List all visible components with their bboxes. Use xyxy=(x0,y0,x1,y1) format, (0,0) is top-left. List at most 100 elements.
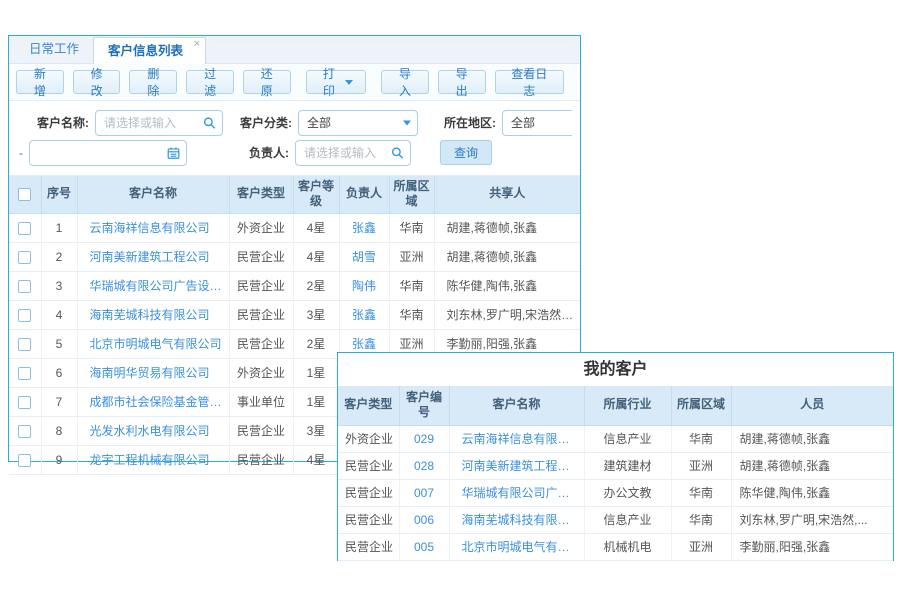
row-checkbox[interactable] xyxy=(18,396,31,409)
customer-name-link[interactable]: 河南美新建筑工程公司 xyxy=(77,242,229,271)
customer-name-link[interactable]: 成都市社会保险基金管理... xyxy=(77,387,229,416)
customer-name-link[interactable]: 华瑞城有限公司广告设计部 xyxy=(449,479,584,506)
row-checkbox[interactable] xyxy=(18,222,31,235)
shared-people: 胡建,蒋德帧,张鑫 xyxy=(434,213,580,242)
region: 华南 xyxy=(671,506,731,533)
row-checkbox[interactable] xyxy=(18,367,31,380)
region: 亚洲 xyxy=(671,533,731,560)
row-checkbox-cell xyxy=(9,445,41,474)
add-button[interactable]: 新增 xyxy=(16,70,64,94)
table-row[interactable]: 民营企业 006 海南芜城科技有限公司 信息产业 华南 刘东林,罗广明,宋浩然,… xyxy=(338,506,893,533)
industry: 信息产业 xyxy=(584,425,671,452)
row-checkbox[interactable] xyxy=(18,425,31,438)
table-row[interactable]: 3 华瑞城有限公司广告设计部 民营企业 2星 陶伟 华南 陈华健,陶伟,张鑫 xyxy=(9,271,580,300)
export-button[interactable]: 导出 xyxy=(438,70,486,94)
view-log-button[interactable]: 查看日志 xyxy=(495,70,564,94)
search-icon[interactable] xyxy=(391,146,404,159)
table-row[interactable]: 4 海南芜城科技有限公司 民营企业 3星 张鑫 华南 刘东林,罗广明,宋浩然,张… xyxy=(9,300,580,329)
screen: 日常工作 客户信息列表 × 新增 修改 删除 过滤 还原 打印 导入 导出 查看… xyxy=(0,0,900,600)
search-icon[interactable] xyxy=(203,116,216,129)
region: 亚洲 xyxy=(389,242,434,271)
customer-category-value: 全部 xyxy=(299,114,417,131)
table-row[interactable]: 民营企业 007 华瑞城有限公司广告设计部 办公文教 华南 陈华健,陶伟,张鑫 xyxy=(338,479,893,506)
header-level: 客户等级 xyxy=(293,176,339,213)
owner-link[interactable]: 张鑫 xyxy=(339,213,389,242)
customer-code-link[interactable]: 006 xyxy=(399,506,449,533)
customer-category-label: 客户分类: xyxy=(240,114,292,131)
header-no: 序号 xyxy=(41,176,77,213)
table-row[interactable]: 2 河南美新建筑工程公司 民营企业 4星 胡雪 亚洲 胡建,蒋德帧,张鑫 xyxy=(9,242,580,271)
customer-type: 民营企业 xyxy=(338,479,399,506)
chevron-down-icon xyxy=(403,120,411,125)
industry: 信息产业 xyxy=(584,506,671,533)
owner-filter-label: 负责人: xyxy=(249,144,289,161)
region-select[interactable]: 全部 xyxy=(502,110,572,136)
date-input[interactable] xyxy=(30,142,186,164)
header-name: 客户名称 xyxy=(77,176,229,213)
edit-button[interactable]: 修改 xyxy=(73,70,121,94)
import-button[interactable]: 导入 xyxy=(381,70,429,94)
row-checkbox[interactable] xyxy=(18,338,31,351)
customer-name-link[interactable]: 海南明华贸易有限公司 xyxy=(77,358,229,387)
row-checkbox-cell xyxy=(9,416,41,445)
region: 华南 xyxy=(389,300,434,329)
row-index: 7 xyxy=(41,387,77,416)
customer-name-link[interactable]: 河南美新建筑工程公司 xyxy=(449,452,584,479)
tab-customer-list[interactable]: 客户信息列表 × xyxy=(93,37,206,64)
date-field-wrap xyxy=(29,140,187,166)
date-range-separator: - xyxy=(19,146,23,160)
table-row[interactable]: 外资企业 029 云南海祥信息有限公司 信息产业 华南 胡建,蒋德帧,张鑫 xyxy=(338,425,893,452)
delete-button[interactable]: 删除 xyxy=(129,70,177,94)
row-checkbox[interactable] xyxy=(18,454,31,467)
owner-link[interactable]: 胡雪 xyxy=(339,242,389,271)
customer-name-link[interactable]: 龙宇工程机械有限公司 xyxy=(77,445,229,474)
customer-code-link[interactable]: 005 xyxy=(399,533,449,560)
header-code: 客户编号 xyxy=(399,386,449,425)
customer-name-link[interactable]: 海南芜城科技有限公司 xyxy=(449,506,584,533)
customer-table-header-row: 序号 客户名称 客户类型 客户等级 负责人 所属区域 共享人 xyxy=(9,176,580,213)
industry: 办公文教 xyxy=(584,479,671,506)
customer-code-link[interactable]: 007 xyxy=(399,479,449,506)
header-type: 客户类型 xyxy=(229,176,293,213)
customer-name-link[interactable]: 北京市明城电气有限公司 xyxy=(77,329,229,358)
filter-row-1: 客户名称: 客户分类: 全部 xyxy=(17,109,572,136)
tab-daily-work[interactable]: 日常工作 xyxy=(15,36,93,63)
row-checkbox[interactable] xyxy=(18,251,31,264)
calendar-icon[interactable] xyxy=(167,146,180,159)
table-row[interactable]: 民营企业 028 河南美新建筑工程公司 建筑建材 亚洲 胡建,蒋德帧,张鑫 xyxy=(338,452,893,479)
table-row[interactable]: 1 云南海祥信息有限公司 外资企业 4星 张鑫 华南 胡建,蒋德帧,张鑫 xyxy=(9,213,580,242)
tab-close-icon[interactable]: × xyxy=(194,39,200,50)
owner-link[interactable]: 陶伟 xyxy=(339,271,389,300)
select-all-checkbox[interactable] xyxy=(18,188,31,201)
owner-link[interactable]: 张鑫 xyxy=(339,300,389,329)
customer-category-select[interactable]: 全部 xyxy=(298,110,418,136)
filter-button[interactable]: 过滤 xyxy=(186,70,234,94)
customer-name-link[interactable]: 云南海祥信息有限公司 xyxy=(449,425,584,452)
my-customers-title: 我的客户 xyxy=(338,353,893,386)
table-row[interactable]: 民营企业 005 北京市明城电气有限公司 机械机电 亚洲 李勤丽,阳强,张鑫 xyxy=(338,533,893,560)
customer-name-link[interactable]: 北京市明城电气有限公司 xyxy=(449,533,584,560)
customer-level: 3星 xyxy=(293,300,339,329)
my-customers-panel: 我的客户 客户类型 客户编号 客户名称 所属行业 所属区域 人员 xyxy=(337,352,894,561)
customer-name-link[interactable]: 光发水利水电有限公司 xyxy=(77,416,229,445)
shared-people: 陈华健,陶伟,张鑫 xyxy=(434,271,580,300)
header-name: 客户名称 xyxy=(449,386,584,425)
row-index: 2 xyxy=(41,242,77,271)
people: 刘东林,罗广明,宋浩然,... xyxy=(731,506,893,533)
my-customers-header-row: 客户类型 客户编号 客户名称 所属行业 所属区域 人员 xyxy=(338,386,893,425)
industry: 建筑建材 xyxy=(584,452,671,479)
region: 华南 xyxy=(671,479,731,506)
row-checkbox[interactable] xyxy=(18,280,31,293)
customer-name-link[interactable]: 华瑞城有限公司广告设计部 xyxy=(77,271,229,300)
customer-code-link[interactable]: 029 xyxy=(399,425,449,452)
query-button[interactable]: 查询 xyxy=(440,140,492,165)
customer-code-link[interactable]: 028 xyxy=(399,452,449,479)
print-button[interactable]: 打印 xyxy=(306,70,366,94)
row-checkbox[interactable] xyxy=(18,309,31,322)
customer-name-link[interactable]: 云南海祥信息有限公司 xyxy=(77,213,229,242)
row-index: 3 xyxy=(41,271,77,300)
customer-name-link[interactable]: 海南芜城科技有限公司 xyxy=(77,300,229,329)
restore-button[interactable]: 还原 xyxy=(243,70,291,94)
region: 华南 xyxy=(671,425,731,452)
row-checkbox-cell xyxy=(9,271,41,300)
